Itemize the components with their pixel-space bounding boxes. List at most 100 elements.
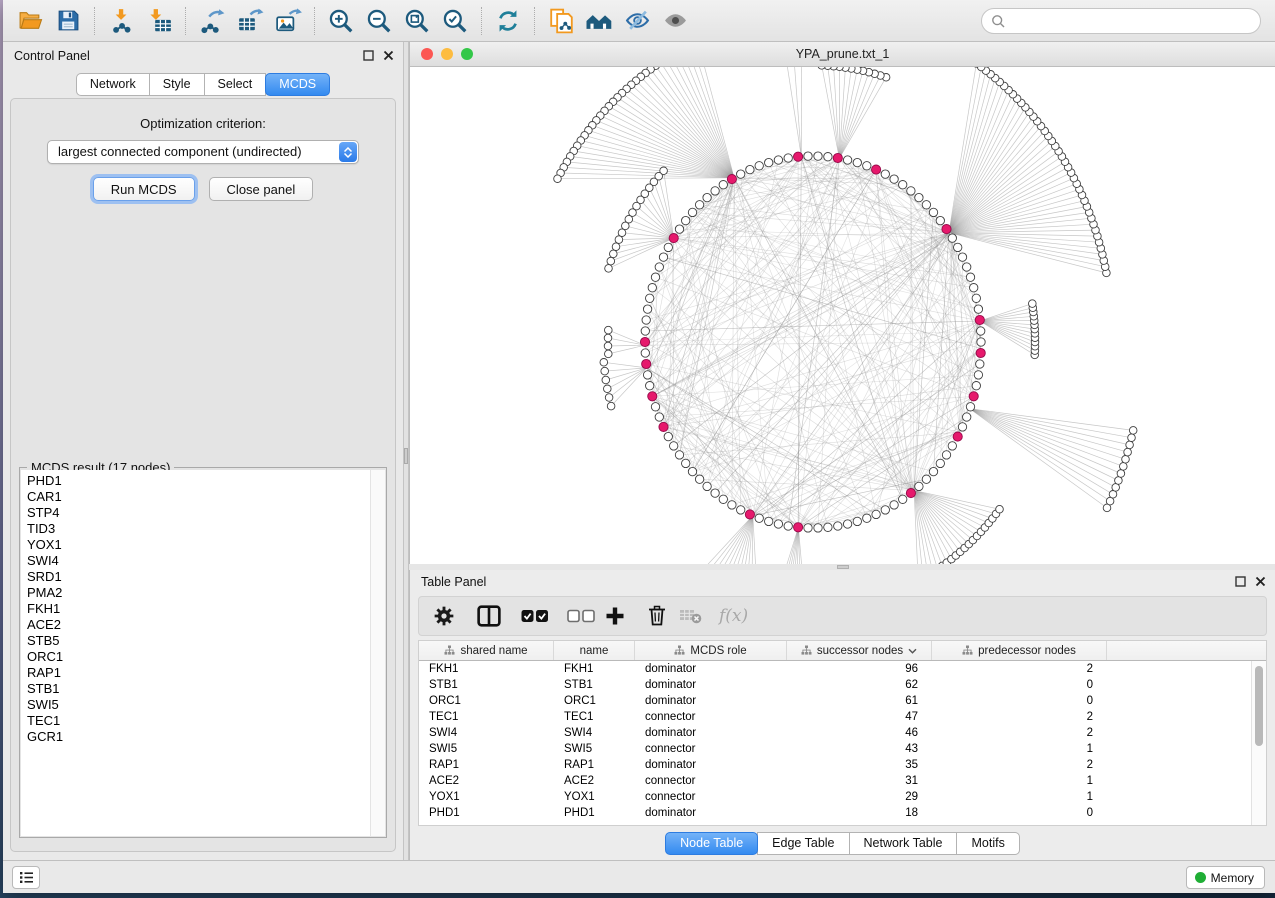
network-node[interactable]	[890, 175, 898, 183]
table-cell[interactable]: FKH1	[419, 661, 554, 677]
criterion-select[interactable]: largest connected component (undirected)	[47, 140, 359, 164]
network-node[interactable]	[976, 360, 984, 368]
network-node[interactable]	[915, 193, 923, 201]
table-cell[interactable]: TEC1	[554, 709, 635, 725]
zoom-out-button[interactable]	[360, 4, 398, 38]
network-node[interactable]	[974, 371, 982, 379]
network-leaf-node[interactable]	[605, 394, 613, 402]
network-leaf-node[interactable]	[1120, 463, 1128, 471]
table-cell[interactable]: TEC1	[419, 709, 554, 725]
search-input[interactable]	[1006, 11, 1260, 31]
mcds-result-item[interactable]: YOX1	[27, 537, 370, 553]
network-node[interactable]	[881, 170, 889, 178]
tab-network[interactable]: Network	[76, 73, 150, 96]
network-node[interactable]	[784, 522, 792, 530]
table-cell[interactable]: dominator	[635, 661, 787, 677]
window-minimize-icon[interactable]	[441, 48, 453, 60]
network-leaf-node[interactable]	[996, 505, 1004, 513]
table-cell[interactable]: 29	[787, 789, 932, 805]
network-hub-node[interactable]	[794, 523, 803, 532]
network-leaf-node[interactable]	[1126, 441, 1134, 449]
column-header-MCDS-role[interactable]: MCDS role	[635, 641, 787, 660]
network-node[interactable]	[643, 371, 651, 379]
mcds-result-item[interactable]: ACE2	[27, 617, 370, 633]
table-cell[interactable]: ORC1	[419, 693, 554, 709]
table-row[interactable]: SWI5SWI5connector431	[419, 741, 1251, 757]
network-node[interactable]	[942, 451, 950, 459]
network-node[interactable]	[814, 524, 822, 532]
table-cell[interactable]: ORC1	[554, 693, 635, 709]
network-node[interactable]	[974, 305, 982, 313]
network-node[interactable]	[765, 517, 773, 525]
gear-button[interactable]	[433, 601, 455, 631]
network-leaf-node[interactable]	[1128, 434, 1136, 442]
table-cell[interactable]: 62	[787, 677, 932, 693]
network-node[interactable]	[675, 451, 683, 459]
network-node[interactable]	[881, 506, 889, 514]
network-leaf-node[interactable]	[600, 359, 608, 367]
zoom-selected-button[interactable]	[436, 4, 474, 38]
network-node[interactable]	[719, 181, 727, 189]
splitter-grip[interactable]	[404, 448, 408, 464]
search-box[interactable]	[981, 8, 1261, 34]
network-node[interactable]	[963, 413, 971, 421]
network-node[interactable]	[972, 382, 980, 390]
table-cell[interactable]: PHD1	[554, 805, 635, 821]
export-table-button[interactable]	[231, 4, 269, 38]
table-cell[interactable]: dominator	[635, 677, 787, 693]
home-view-button[interactable]	[580, 4, 618, 38]
network-node[interactable]	[746, 165, 754, 173]
hide-panels-button[interactable]	[618, 4, 656, 38]
network-node[interactable]	[922, 201, 930, 209]
table-cell[interactable]: YOX1	[554, 789, 635, 805]
mcds-result-scrollbar[interactable]	[370, 470, 385, 836]
network-hub-node[interactable]	[745, 510, 754, 519]
tab-select[interactable]: Select	[204, 73, 267, 96]
network-node[interactable]	[853, 158, 861, 166]
close-panel-icon[interactable]	[383, 50, 394, 61]
table-row[interactable]: PHD1PHD1dominator180	[419, 805, 1251, 821]
table-cell[interactable]: RAP1	[554, 757, 635, 773]
table-cell[interactable]: 2	[932, 661, 1107, 677]
network-hub-node[interactable]	[640, 337, 649, 346]
network-node[interactable]	[890, 501, 898, 509]
network-leaf-node[interactable]	[1115, 477, 1123, 485]
network-node[interactable]	[682, 459, 690, 467]
table-cell[interactable]: 31	[787, 773, 932, 789]
network-node[interactable]	[651, 403, 659, 411]
network-leaf-node[interactable]	[1029, 300, 1037, 308]
network-node[interactable]	[651, 273, 659, 281]
network-node[interactable]	[970, 284, 978, 292]
close-panel-icon[interactable]	[1255, 576, 1266, 587]
table-cell[interactable]: 1	[932, 789, 1107, 805]
table-cell[interactable]: 2	[932, 725, 1107, 741]
network-leaf-node[interactable]	[607, 402, 615, 410]
mcds-result-list[interactable]: PHD1CAR1STP4TID3YOX1SWI4SRD1PMA2FKH1ACE2…	[21, 470, 370, 836]
table-cell[interactable]: 47	[787, 709, 932, 725]
network-node[interactable]	[664, 432, 672, 440]
network-node[interactable]	[948, 234, 956, 242]
mcds-result-item[interactable]: SWI5	[27, 697, 370, 713]
network-node[interactable]	[977, 338, 985, 346]
tab-style[interactable]: Style	[149, 73, 205, 96]
network-node[interactable]	[659, 253, 667, 261]
network-node[interactable]	[907, 187, 915, 195]
network-node[interactable]	[963, 263, 971, 271]
network-hub-node[interactable]	[969, 392, 978, 401]
tab-mcds[interactable]: MCDS	[265, 73, 330, 96]
network-node[interactable]	[948, 442, 956, 450]
mcds-result-item[interactable]: RAP1	[27, 665, 370, 681]
network-hub-node[interactable]	[727, 175, 736, 184]
mcds-result-item[interactable]: PHD1	[27, 473, 370, 489]
network-node[interactable]	[682, 216, 690, 224]
network-hub-node[interactable]	[659, 422, 668, 431]
network-leaf-node[interactable]	[605, 265, 613, 273]
network-hub-node[interactable]	[833, 153, 842, 162]
table-cell[interactable]: 2	[932, 709, 1107, 725]
tab-edge-table[interactable]: Edge Table	[757, 832, 849, 855]
network-node[interactable]	[711, 187, 719, 195]
table-cell[interactable]: 0	[932, 693, 1107, 709]
delete-column-button[interactable]	[647, 601, 667, 631]
float-panel-icon[interactable]	[363, 50, 374, 61]
export-network-button[interactable]	[193, 4, 231, 38]
